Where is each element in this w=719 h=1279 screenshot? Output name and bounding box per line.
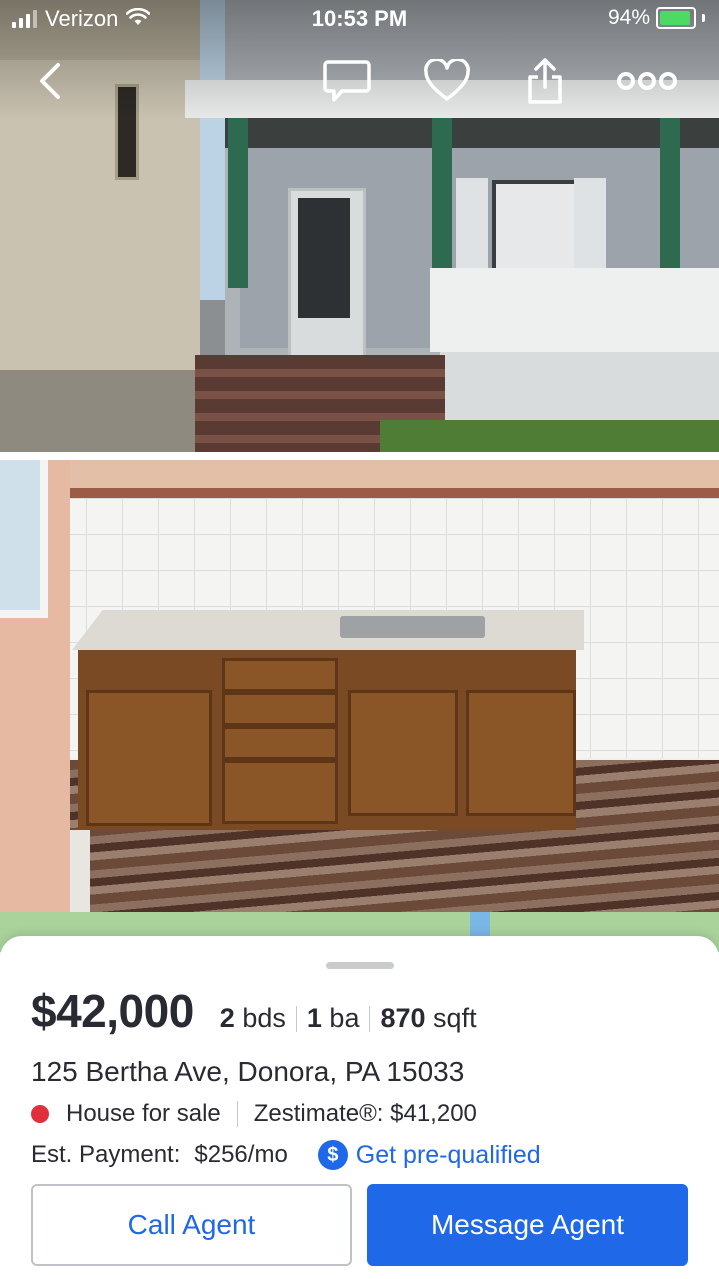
porch-column	[432, 118, 452, 288]
listing-status: House for sale	[66, 1100, 221, 1127]
heart-icon[interactable]	[420, 54, 474, 108]
battery-icon	[656, 7, 696, 29]
battery-group: 94%	[608, 6, 705, 30]
upper-wall	[0, 460, 719, 488]
sqft-unit: sqft	[433, 1003, 477, 1033]
share-icon[interactable]	[518, 54, 572, 108]
battery-tip	[702, 14, 705, 22]
fact-divider	[295, 1005, 297, 1032]
drag-handle[interactable]	[326, 962, 394, 969]
back-icon[interactable]	[24, 54, 78, 108]
cabinet-drawer	[222, 692, 338, 726]
front-window	[492, 180, 578, 278]
baseboard	[70, 830, 90, 912]
front-door-glass	[298, 198, 350, 318]
porch-railing-wall	[430, 268, 719, 352]
message-agent-button[interactable]: Message Agent	[367, 1184, 688, 1266]
baths-count: 1	[306, 1003, 322, 1033]
listing-sheet[interactable]: $42,000 2 bds 1 ba 870 sqft 125 Bertha A…	[0, 936, 719, 1279]
status-divider	[236, 1101, 238, 1127]
baths-unit: ba	[329, 1003, 360, 1033]
beds-unit: bds	[242, 1003, 286, 1033]
porch-foundation	[440, 352, 719, 422]
est-payment-label: Est. Payment:	[31, 1141, 181, 1168]
kitchen-photo[interactable]	[0, 460, 719, 912]
get-prequalified-link[interactable]: Get pre-qualified	[356, 1141, 541, 1170]
home-facts: 2 bds 1 ba 870 sqft	[220, 1003, 477, 1034]
window-shutter	[574, 178, 606, 273]
lawn	[380, 420, 719, 452]
message-icon[interactable]	[320, 54, 374, 108]
sqft-count: 870	[380, 1003, 426, 1033]
tile-trim	[50, 488, 719, 498]
status-row: House for sale Zestimate®: $41,200	[31, 1100, 477, 1128]
listing-price: $42,000	[31, 985, 194, 1037]
kitchen-window	[0, 460, 48, 618]
status-dot-icon	[31, 1105, 49, 1123]
price-row: $42,000 2 bds 1 ba 870 sqft	[31, 984, 477, 1038]
battery-percent: 94%	[607, 6, 650, 29]
more-icon[interactable]	[612, 54, 682, 108]
sink	[340, 616, 485, 638]
fact-divider	[369, 1005, 371, 1032]
status-bar: Verizon 10:53 PM 94%	[0, 0, 719, 40]
cabinet-drawer	[222, 760, 338, 824]
cabinet-door	[86, 690, 212, 826]
call-agent-button[interactable]: Call Agent	[31, 1184, 352, 1266]
porch-column	[660, 118, 680, 288]
countertop	[72, 610, 584, 650]
cabinet-door	[348, 690, 458, 816]
listing-address: 125 Bertha Ave, Donora, PA 15033	[31, 1056, 465, 1087]
dollar-icon[interactable]: $	[317, 1140, 348, 1170]
porch-ceiling	[225, 118, 719, 148]
zestimate[interactable]: Zestimate®: $41,200	[254, 1100, 477, 1128]
cabinet-door	[466, 690, 576, 816]
neighbor-foundation	[0, 370, 200, 452]
cabinet-drawer	[222, 726, 338, 760]
payment-row: Est. Payment: $256/mo $ Get pre-qualifie…	[31, 1140, 541, 1170]
beds-count: 2	[219, 1003, 235, 1033]
porch-column	[228, 118, 248, 288]
est-payment-value[interactable]: $256/mo	[194, 1141, 287, 1169]
window-shutter	[456, 178, 488, 273]
cabinet-drawer	[222, 658, 338, 692]
